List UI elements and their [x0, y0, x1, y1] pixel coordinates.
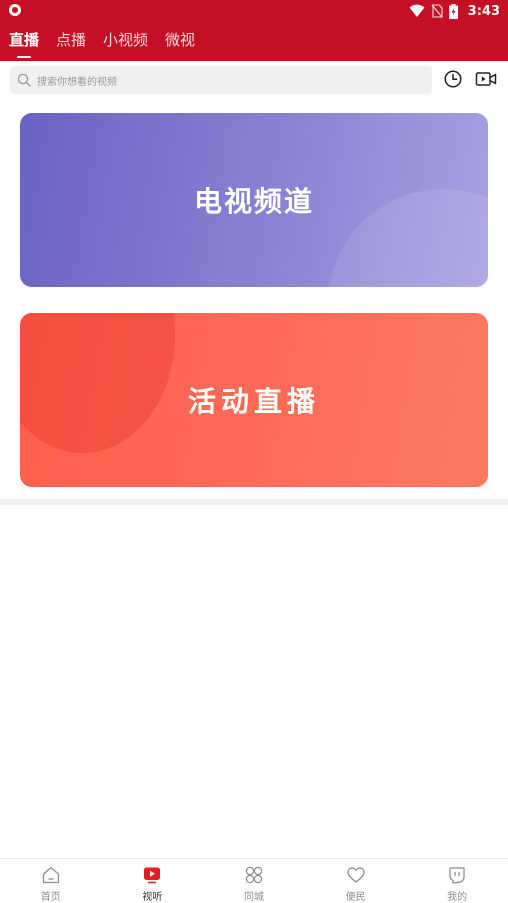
- status-icons: 3:43: [409, 2, 500, 20]
- no-sim-icon: [431, 4, 443, 18]
- nav-label: 首页: [40, 892, 61, 903]
- tab-micro-video[interactable]: 微视: [165, 28, 195, 61]
- section-divider: [0, 499, 508, 505]
- tab-label: 微视: [165, 31, 196, 49]
- clock-icon: [444, 70, 462, 88]
- bottom-nav: 首页 视听 同城 便民 我的: [0, 858, 508, 903]
- card-decoration: [20, 313, 175, 453]
- tab-live[interactable]: 直播: [9, 28, 39, 61]
- video-record-button[interactable]: [474, 67, 498, 91]
- tab-short-video[interactable]: 小视频: [103, 28, 148, 61]
- nav-item-local[interactable]: 同城: [203, 859, 305, 903]
- nav-label: 便民: [345, 892, 366, 903]
- battery-charging-icon: [448, 3, 458, 19]
- app-root: 3:43 直播 点播 小视频 微视 搜索你想看的视频 电视频道 活动直播 首页 …: [0, 0, 508, 903]
- search-icon: [17, 73, 31, 87]
- home-icon: [42, 867, 59, 884]
- nav-item-media[interactable]: 视听: [102, 859, 204, 903]
- tv-channels-card[interactable]: 电视频道: [20, 113, 488, 287]
- card-title: 电视频道: [193, 185, 314, 218]
- nav-item-home[interactable]: 首页: [0, 859, 102, 903]
- heart-icon: [346, 867, 365, 883]
- tab-label: 直播: [9, 31, 40, 49]
- top-tabs: 直播 点播 小视频 微视: [0, 28, 203, 61]
- tab-label: 小视频: [103, 31, 149, 49]
- search-input[interactable]: 搜索你想看的视频: [10, 66, 432, 94]
- grid-circles-icon: [245, 866, 263, 884]
- event-live-card[interactable]: 活动直播: [20, 313, 488, 487]
- history-button[interactable]: [441, 67, 465, 91]
- video-camera-icon: [475, 72, 497, 86]
- nav-label: 同城: [243, 892, 264, 903]
- nav-item-profile[interactable]: 我的: [406, 859, 508, 903]
- status-time: 3:43: [467, 3, 500, 19]
- app-header: 3:43 直播 点播 小视频 微视: [0, 0, 508, 61]
- user-icon: [449, 867, 465, 884]
- card-decoration: [328, 189, 488, 287]
- status-bar: 3:43: [0, 0, 508, 22]
- wifi-icon: [409, 4, 425, 17]
- card-title: 活动直播: [187, 385, 320, 418]
- search-placeholder: 搜索你想看的视频: [37, 76, 117, 88]
- active-tab-indicator: [17, 56, 31, 58]
- search-row: 搜索你想看的视频: [0, 61, 508, 99]
- nav-label: 我的: [447, 892, 468, 903]
- app-shield-icon: [9, 4, 21, 16]
- tab-label: 点播: [56, 31, 87, 49]
- play-icon: [144, 867, 161, 884]
- nav-label: 视听: [142, 892, 163, 903]
- nav-item-services[interactable]: 便民: [305, 859, 407, 903]
- tab-on-demand[interactable]: 点播: [56, 28, 86, 61]
